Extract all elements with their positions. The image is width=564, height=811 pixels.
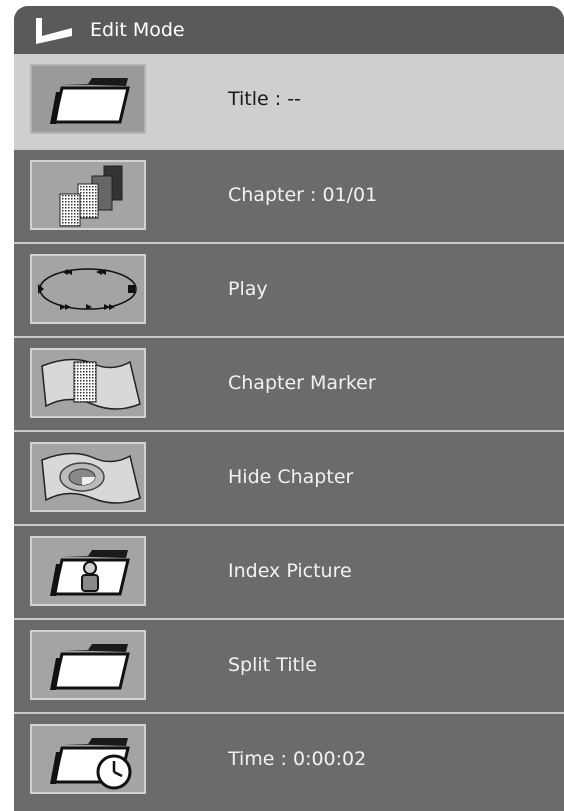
menu-item-label: Play — [228, 278, 268, 300]
menu-item-label: Hide Chapter — [228, 466, 354, 488]
hide-chapter-icon — [30, 442, 146, 512]
chapter-icon — [30, 160, 146, 230]
page-title: Edit Mode — [90, 19, 185, 41]
chapter-marker-icon — [30, 348, 146, 418]
folder-icon — [30, 64, 146, 134]
edit-mode-panel: Edit Mode Title : -- Chapter: 01/01 Pla… — [14, 6, 564, 811]
menu-item-label: Chapter Marker — [228, 372, 376, 394]
menu-item-label: Split Title — [228, 654, 317, 676]
return-arrow-icon[interactable] — [32, 16, 76, 46]
folder-clock-icon — [30, 724, 146, 794]
menu-item-label: Chapter : 01/01 — [228, 184, 378, 206]
menu-item-split-title[interactable]: Split Title — [14, 618, 564, 712]
menu-item-time[interactable]: Time : 0:00:02 — [14, 712, 564, 806]
menu-item-label: Title : -- — [228, 88, 301, 110]
menu-item-title[interactable]: Title : -- — [14, 54, 564, 148]
index-picture-icon — [30, 536, 146, 606]
menu-item-label: Index Picture — [228, 560, 352, 582]
menu-item-chapter-marker[interactable]: Chapter Marker — [14, 336, 564, 430]
menu-item-label: Time : 0:00:02 — [228, 748, 367, 770]
menu-item-hide-chapter[interactable]: Hide Chapter — [14, 430, 564, 524]
folder-icon — [30, 630, 146, 700]
menu-item-index-picture[interactable]: Index Picture — [14, 524, 564, 618]
menu-item-chapter[interactable]: Chapter : 01/01 — [14, 148, 564, 242]
header-bar: Edit Mode — [14, 6, 564, 54]
menu-item-play[interactable]: Play — [14, 242, 564, 336]
play-cycle-icon — [30, 254, 146, 324]
